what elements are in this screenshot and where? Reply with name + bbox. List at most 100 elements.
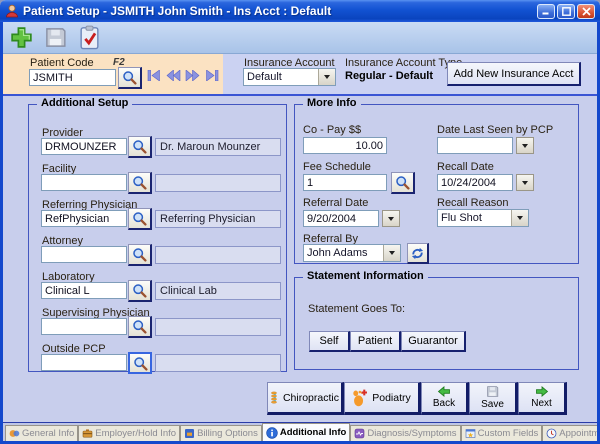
tab-appointments[interactable]: Appointments <box>542 425 597 441</box>
nav-next-button[interactable] <box>185 70 200 81</box>
facility-code-input[interactable] <box>41 174 127 191</box>
recall-date-input[interactable] <box>437 174 513 191</box>
minimize-button[interactable] <box>537 4 555 19</box>
search-icon <box>395 175 410 190</box>
laboratory-display: Clinical Lab <box>155 282 281 300</box>
co-pay-input[interactable] <box>303 137 387 154</box>
spine-icon <box>270 387 278 408</box>
provider-code-input[interactable] <box>41 138 127 155</box>
dropdown-arrow-icon <box>388 217 394 221</box>
search-icon <box>132 319 147 334</box>
add-patient-button[interactable] <box>7 25 36 51</box>
search-icon <box>132 175 147 190</box>
billing-icon <box>184 428 195 439</box>
nav-last-icon <box>204 70 219 81</box>
save-icon <box>486 385 499 398</box>
tab-diagnosis-symptoms[interactable]: Diagnosis/Symptoms <box>350 425 460 441</box>
supervising-physician-search-button[interactable] <box>128 316 152 338</box>
laboratory-code-input[interactable] <box>41 282 127 299</box>
tab-label: Employer/Hold Info <box>95 428 176 439</box>
add-new-insurance-acct-button[interactable]: Add New Insurance Acct <box>447 62 581 86</box>
nav-first-icon <box>147 70 162 81</box>
patient-code-label: Patient Code <box>30 57 94 69</box>
statement-guarantor-button[interactable]: Guarantor <box>401 331 466 352</box>
statement-patient-button[interactable]: Patient <box>350 331 401 352</box>
save-toolbar-button[interactable] <box>41 25 70 51</box>
fee-schedule-label: Fee Schedule <box>303 161 371 173</box>
save-button-label: Save <box>481 399 504 410</box>
search-icon <box>132 211 147 226</box>
search-icon <box>133 356 148 371</box>
podiatry-button-label: Podiatry <box>372 392 411 404</box>
maximize-button[interactable] <box>557 4 575 19</box>
tab-general-info[interactable]: General Info <box>5 425 78 441</box>
save-button[interactable]: Save <box>469 382 518 415</box>
dropdown-arrow-icon[interactable] <box>383 245 400 261</box>
patient-code-search-button[interactable] <box>118 67 142 89</box>
tab-additional-info[interactable]: Additional Info <box>262 423 351 441</box>
save-icon <box>44 26 67 49</box>
referral-by-select[interactable]: John Adams <box>303 244 401 262</box>
custom-fields-icon <box>465 428 476 439</box>
fee-schedule-search-button[interactable] <box>391 172 415 194</box>
general-info-icon <box>9 428 20 439</box>
toolbar <box>3 22 597 54</box>
close-button[interactable] <box>577 4 595 19</box>
back-button[interactable]: Back <box>421 382 469 415</box>
referring-physician-code-input[interactable] <box>41 210 127 227</box>
recall-date-dropdown-button[interactable] <box>516 174 534 191</box>
recall-reason-select[interactable]: Flu Shot <box>437 209 529 227</box>
attorney-code-input[interactable] <box>41 246 127 263</box>
nav-previous-button[interactable] <box>166 70 181 81</box>
nav-first-button[interactable] <box>147 70 162 81</box>
outside-pcp-code-input[interactable] <box>41 354 127 371</box>
more-info-title: More Info <box>303 97 361 109</box>
referring-physician-search-button[interactable] <box>128 208 152 230</box>
provider-display: Dr. Maroun Mounzer <box>155 138 281 156</box>
tab-label: General Info <box>22 428 74 439</box>
window-title: Patient Setup - JSMITH John Smith - Ins … <box>23 4 535 18</box>
insurance-account-select[interactable]: Default <box>243 68 336 86</box>
chiropractic-button[interactable]: Chiropractic <box>267 382 344 415</box>
tab-label: Additional Info <box>280 427 347 438</box>
tab-employer-hold-info[interactable]: Employer/Hold Info <box>78 425 180 441</box>
attorney-display <box>155 246 281 264</box>
outside-pcp-search-button[interactable] <box>128 352 152 374</box>
diagnosis-icon <box>354 428 365 439</box>
podiatry-button[interactable]: Podiatry <box>344 382 421 415</box>
date-last-seen-dropdown-button[interactable] <box>516 137 534 154</box>
referral-by-value: John Adams <box>304 245 383 261</box>
outside-pcp-display <box>155 354 281 372</box>
date-last-seen-input[interactable] <box>437 137 513 154</box>
referral-by-refresh-button[interactable] <box>407 243 429 264</box>
nav-previous-icon <box>166 70 181 81</box>
referring-physician-display: Referring Physician <box>155 210 281 228</box>
nav-last-button[interactable] <box>204 70 219 81</box>
next-button[interactable]: Next <box>518 382 567 415</box>
tab-billing-options[interactable]: Billing Options <box>180 425 262 441</box>
info-icon <box>266 427 278 439</box>
dropdown-arrow-icon[interactable] <box>511 210 528 226</box>
dropdown-arrow-icon[interactable] <box>318 69 335 85</box>
attorney-search-button[interactable] <box>128 244 152 266</box>
statement-self-button[interactable]: Self <box>309 331 350 352</box>
supervising-physician-code-input[interactable] <box>41 318 127 335</box>
referral-date-dropdown-button[interactable] <box>382 210 400 227</box>
nav-next-icon <box>185 70 200 81</box>
back-button-label: Back <box>433 398 455 409</box>
foot-icon <box>352 388 367 408</box>
back-arrow-icon <box>437 386 451 397</box>
clock-icon <box>546 428 557 439</box>
fee-schedule-input[interactable] <box>303 174 387 191</box>
title-bar: Patient Setup - JSMITH John Smith - Ins … <box>0 0 600 22</box>
patient-code-input[interactable] <box>29 69 116 86</box>
laboratory-search-button[interactable] <box>128 280 152 302</box>
tab-custom-fields[interactable]: Custom Fields <box>461 425 543 441</box>
tab-label: Appointments <box>559 428 597 439</box>
statement-information-group: Statement Information <box>294 277 579 370</box>
facility-search-button[interactable] <box>128 172 152 194</box>
verify-button[interactable] <box>75 25 104 51</box>
window-border-left <box>0 22 3 444</box>
provider-search-button[interactable] <box>128 136 152 158</box>
referral-date-input[interactable] <box>303 210 379 227</box>
